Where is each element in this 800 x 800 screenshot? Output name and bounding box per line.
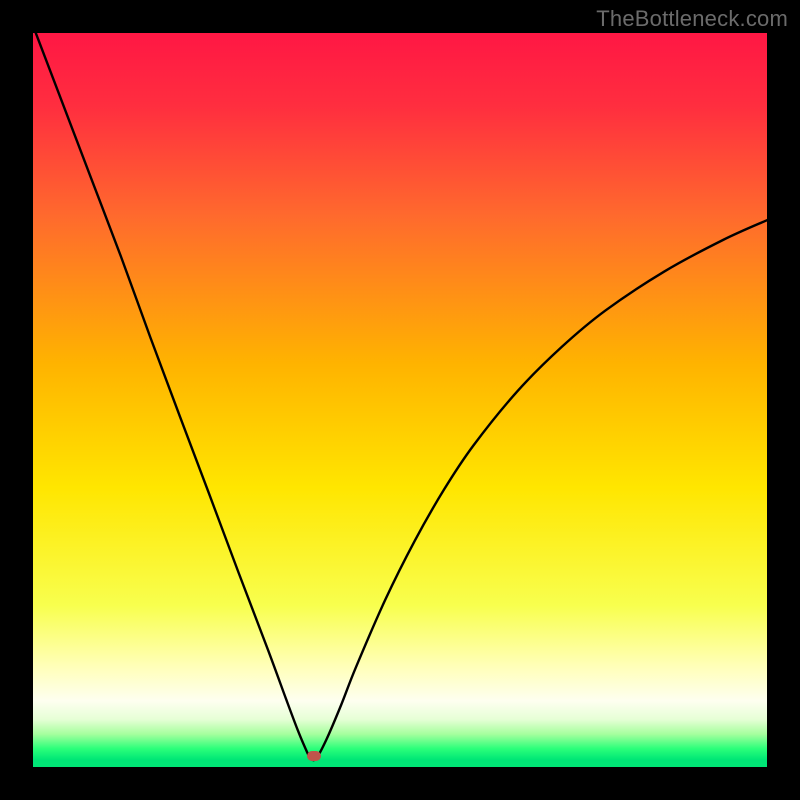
bottleneck-curve <box>33 33 767 767</box>
chart-stage: TheBottleneck.com <box>0 0 800 800</box>
plot-area <box>33 33 767 767</box>
optimal-marker <box>307 751 321 761</box>
watermark-text: TheBottleneck.com <box>596 6 788 32</box>
